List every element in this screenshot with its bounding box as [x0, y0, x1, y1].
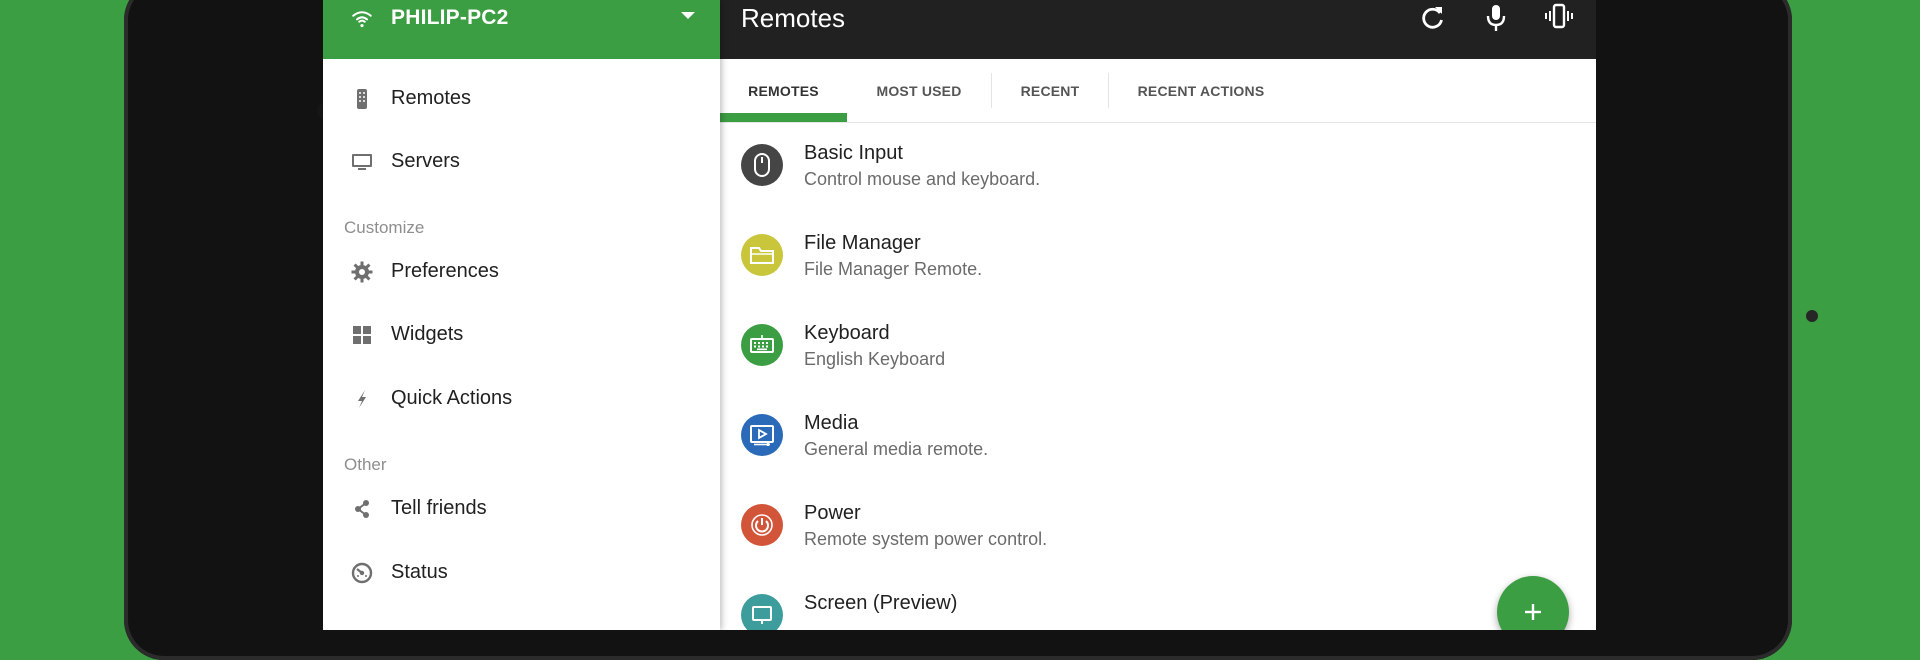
- tab-recent[interactable]: RECENT: [992, 59, 1108, 122]
- server-selector[interactable]: PHILIP-PC2: [323, 0, 720, 59]
- list-item-title: Media: [804, 412, 859, 434]
- remote-icon: [357, 89, 367, 109]
- tab-bar: REMOTES MOST USED RECENT RECENT ACTIONS: [720, 59, 1596, 123]
- list-item-title: File Manager: [804, 232, 921, 254]
- share-icon: [355, 500, 369, 518]
- list-item-subtitle: Control mouse and keyboard.: [804, 169, 1041, 189]
- tab-recent-actions[interactable]: RECENT ACTIONS: [1109, 59, 1293, 122]
- drawer-item-quick-actions[interactable]: Quick Actions: [323, 374, 720, 426]
- drawer-item-label: Status: [391, 561, 448, 583]
- keyboard-icon: [741, 324, 783, 366]
- drawer-item-label: Quick Actions: [391, 387, 513, 409]
- list-item-keyboard[interactable]: Keyboard English Keyboard: [720, 304, 1596, 394]
- section-label-customize: Customize: [344, 218, 425, 237]
- list-item-title: Basic Input: [804, 142, 903, 164]
- more-icon: [350, 625, 374, 630]
- list-item-title: Power: [804, 502, 861, 524]
- toolbar: Remotes: [720, 0, 1596, 59]
- list-item-subtitle: File Manager Remote.: [804, 259, 983, 279]
- background: [0, 0, 128, 630]
- tab-most-used[interactable]: MOST USED: [847, 59, 991, 122]
- status-icon: [351, 562, 373, 584]
- widgets-icon: [353, 326, 371, 344]
- page-title: Remotes: [741, 3, 846, 33]
- navigation-drawer: PHILIP-PC2 Remotes Servers Customize Pre…: [323, 0, 720, 630]
- phone-vibrate-icon[interactable]: [1544, 3, 1574, 33]
- drawer-item-servers[interactable]: Servers: [323, 137, 720, 189]
- wifi-icon: [352, 11, 372, 28]
- drawer-item-label: Preferences: [391, 260, 499, 282]
- tab-remotes[interactable]: REMOTES: [720, 59, 847, 122]
- drawer-item-more[interactable]: [323, 612, 720, 630]
- drawer-item-preferences[interactable]: Preferences: [323, 247, 720, 299]
- folder-icon: [741, 234, 783, 276]
- list-item-power[interactable]: Power Remote system power control.: [720, 484, 1596, 574]
- drawer-item-label: Widgets: [391, 323, 464, 345]
- app-screen: PHILIP-PC2 Remotes Servers Customize Pre…: [323, 0, 1596, 630]
- list-item-subtitle: General media remote.: [804, 439, 989, 459]
- section-label-other: Other: [344, 455, 387, 474]
- gear-icon: [351, 261, 373, 283]
- main-content: Remotes REMOTES MOST USED RECENT RECENT …: [720, 0, 1596, 630]
- list-item-title: Screen (Preview): [804, 592, 958, 614]
- drawer-item-status[interactable]: Status: [323, 548, 720, 600]
- drawer-item-widgets[interactable]: Widgets: [323, 310, 720, 362]
- drawer-item-label: Remotes: [391, 87, 472, 109]
- media-icon: [741, 414, 783, 456]
- drawer-item-tell-friends[interactable]: Tell friends: [323, 484, 720, 536]
- drawer-item-remotes[interactable]: Remotes: [323, 74, 720, 126]
- list-item-screen-preview[interactable]: Screen (Preview): [720, 574, 1596, 630]
- power-icon: [741, 504, 783, 546]
- side-sensor: [1806, 310, 1818, 322]
- refresh-icon[interactable]: [1418, 3, 1448, 33]
- mouse-icon: [741, 144, 783, 186]
- list-item-media[interactable]: Media General media remote.: [720, 394, 1596, 484]
- server-name: PHILIP-PC2: [391, 6, 509, 29]
- drawer-item-label: Tell friends: [391, 497, 487, 519]
- plus-icon: [1525, 604, 1541, 620]
- bolt-icon: [358, 390, 366, 408]
- drawer-item-label: Servers: [391, 150, 460, 172]
- screen-icon: [741, 594, 783, 630]
- list-item-basic-input[interactable]: Basic Input Control mouse and keyboard.: [720, 124, 1596, 214]
- list-item-subtitle: English Keyboard: [804, 349, 946, 369]
- list-item-title: Keyboard: [804, 322, 890, 344]
- microphone-icon[interactable]: [1481, 3, 1511, 33]
- chevron-down-icon: [681, 12, 695, 19]
- list-item-subtitle: Remote system power control.: [804, 529, 1048, 549]
- monitor-icon: [352, 154, 372, 170]
- list-item-file-manager[interactable]: File Manager File Manager Remote.: [720, 214, 1596, 304]
